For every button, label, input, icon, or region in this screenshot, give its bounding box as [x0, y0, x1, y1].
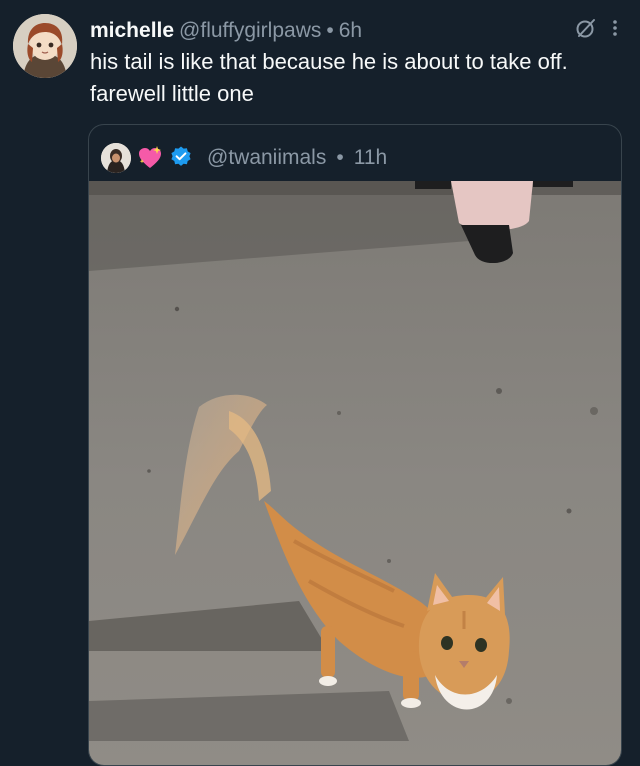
user-handle[interactable]: @fluffygirlpaws: [179, 19, 321, 43]
user-avatar[interactable]: [13, 14, 77, 78]
quoted-tweet[interactable]: @twaniimals • 11h: [88, 124, 622, 766]
quote-timestamp[interactable]: 11h: [354, 146, 387, 170]
tweet-header: michelle @fluffygirlpaws • 6h: [90, 16, 620, 46]
quote-handle[interactable]: @twaniimals: [207, 146, 326, 170]
grok-icon[interactable]: [574, 16, 598, 46]
quote-avatar[interactable]: [101, 143, 131, 173]
verified-badge-icon: [169, 145, 195, 171]
quote-photo[interactable]: [89, 181, 621, 765]
tweet-timestamp[interactable]: 6h: [339, 19, 362, 43]
quote-header: @twaniimals • 11h: [101, 143, 387, 173]
separator-dot: •: [326, 19, 334, 42]
sparkling-heart-icon: [137, 145, 163, 171]
more-options-icon[interactable]: [610, 16, 620, 46]
tweet[interactable]: michelle @fluffygirlpaws • 6h his tail i…: [0, 0, 640, 766]
tweet-text: his tail is like that because he is abou…: [90, 49, 568, 106]
quote-separator-dot: •: [336, 146, 344, 169]
display-name[interactable]: michelle: [90, 19, 174, 43]
header-actions: [574, 16, 620, 46]
